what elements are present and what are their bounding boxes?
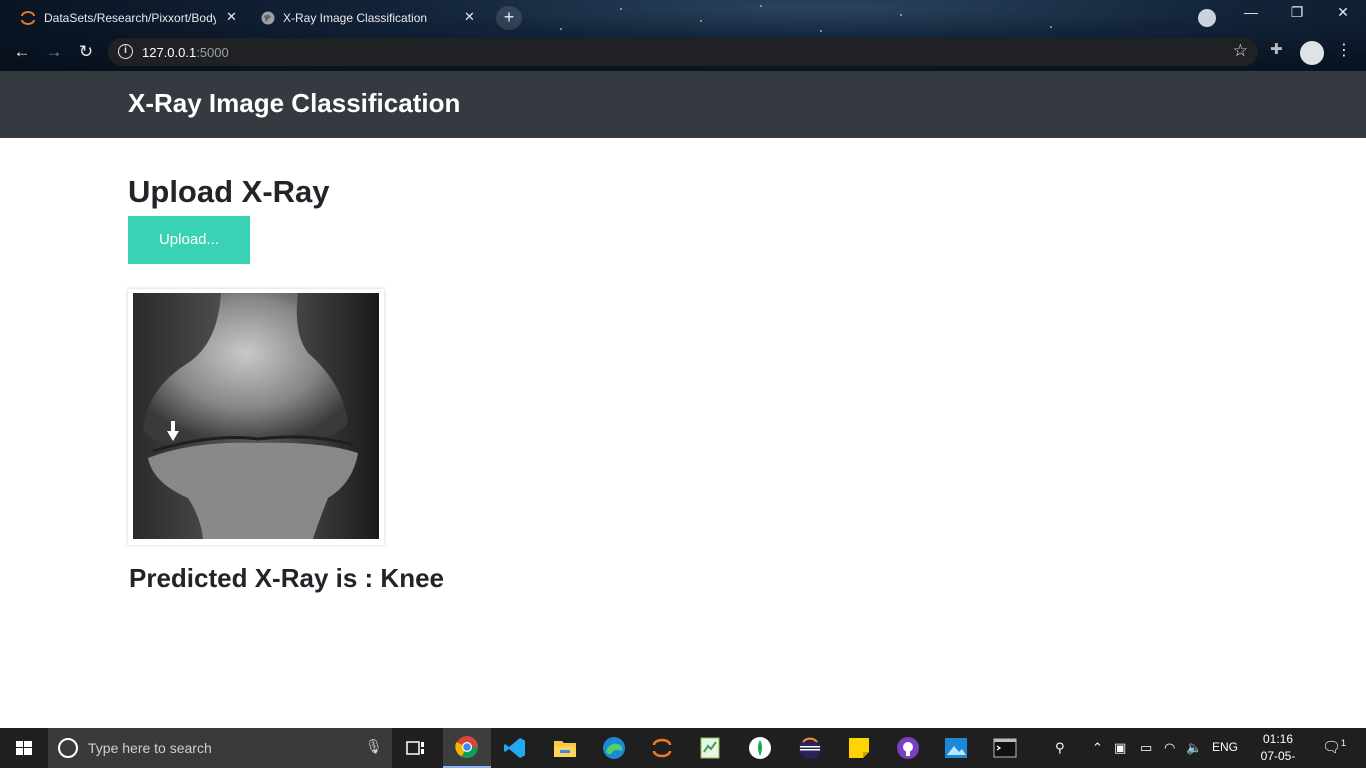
- tab-datasets[interactable]: DataSets/Research/Pixxort/Body ✕: [18, 4, 240, 32]
- notification-center-icon[interactable]: 🗨1: [1322, 738, 1346, 756]
- new-tab-button[interactable]: +: [496, 6, 522, 30]
- task-view-icon[interactable]: [392, 728, 440, 768]
- navbar-brand[interactable]: X-Ray Image Classification: [128, 88, 460, 119]
- windows-start-button[interactable]: [0, 728, 48, 768]
- security-icon[interactable]: ▣: [1114, 740, 1126, 756]
- profile-download-icon[interactable]: [1198, 9, 1216, 27]
- file-explorer-app-icon[interactable]: [541, 728, 589, 768]
- close-tab-icon[interactable]: ✕: [226, 9, 237, 25]
- prediction-result: Predicted X-Ray is : Knee: [129, 563, 444, 593]
- xray-image: [133, 293, 379, 539]
- browser-toolbar: ← → ↻ i 127.0.0.1:5000 ☆: [0, 34, 1366, 71]
- address-bar[interactable]: i 127.0.0.1:5000 ☆: [108, 38, 1258, 66]
- clock-time: 01:16: [1262, 732, 1294, 746]
- forward-arrow-icon[interactable]: →: [42, 40, 66, 64]
- clock[interactable]: 01:16 07-05-2021: [1248, 731, 1308, 782]
- clock-date: 07-05-2021: [1260, 749, 1296, 780]
- chevron-up-icon[interactable]: ⌃: [1092, 740, 1103, 756]
- url-port: :5000: [196, 45, 229, 60]
- close-tab-icon[interactable]: ✕: [464, 9, 475, 25]
- reload-icon[interactable]: ↻: [74, 40, 98, 64]
- back-arrow-icon[interactable]: ←: [10, 40, 34, 64]
- notification-glyph: 🗨: [1322, 739, 1342, 756]
- volume-icon[interactable]: 🔈: [1186, 740, 1202, 756]
- windows-taskbar: Type here to search 🎙 ⚲ ⌃ ▣ ▭ ◠ 🔈 ENG 01…: [0, 728, 1366, 780]
- upload-heading: Upload X-Ray: [128, 174, 330, 209]
- taskbar-search[interactable]: Type here to search 🎙: [48, 728, 392, 768]
- menu-dots-icon[interactable]: ⋮: [1336, 40, 1352, 60]
- search-placeholder: Type here to search: [88, 740, 212, 756]
- photos-app-icon[interactable]: [932, 728, 980, 768]
- language-indicator[interactable]: ENG: [1212, 740, 1238, 754]
- bookmark-star-icon[interactable]: ☆: [1233, 41, 1248, 61]
- edge-app-icon[interactable]: [590, 728, 638, 768]
- tab-title: X-Ray Image Classification: [283, 11, 428, 25]
- battery-icon[interactable]: ▭: [1140, 740, 1152, 756]
- people-icon[interactable]: ⚲: [1055, 740, 1065, 756]
- mongodb-app-icon[interactable]: [736, 728, 784, 768]
- maximize-icon[interactable]: ❐: [1282, 4, 1312, 21]
- chrome-app-icon[interactable]: [443, 728, 491, 768]
- navbar: X-Ray Image Classification: [0, 71, 1366, 138]
- notepad-app-icon[interactable]: [686, 728, 734, 768]
- close-window-icon[interactable]: ✕: [1328, 4, 1358, 21]
- notification-count: 1: [1341, 738, 1347, 748]
- github-desktop-app-icon[interactable]: [884, 728, 932, 768]
- microphone-icon[interactable]: 🎙: [365, 738, 383, 755]
- eclipse-app-icon[interactable]: [786, 728, 834, 768]
- url-host: 127.0.0.1: [142, 45, 197, 60]
- info-icon[interactable]: i: [118, 44, 133, 59]
- sticky-notes-app-icon[interactable]: [835, 728, 883, 768]
- windows-logo-icon: [16, 741, 32, 755]
- globe-favicon-icon: [261, 11, 275, 25]
- wifi-icon[interactable]: ◠: [1164, 740, 1175, 756]
- upload-button[interactable]: Upload...: [128, 216, 250, 264]
- minimize-icon[interactable]: —: [1236, 4, 1266, 20]
- tab-xray-classification[interactable]: X-Ray Image Classification ✕: [258, 4, 486, 32]
- terminal-app-icon[interactable]: [981, 728, 1029, 768]
- cortana-icon: [58, 738, 78, 758]
- url-text: 127.0.0.1:5000: [142, 45, 229, 60]
- xray-image-frame: [128, 289, 384, 545]
- jupyter-app-icon[interactable]: [638, 728, 686, 768]
- extensions-icon[interactable]: ✚: [1270, 40, 1283, 58]
- tab-title: DataSets/Research/Pixxort/Body: [44, 11, 216, 25]
- jupyter-favicon-icon: [21, 11, 35, 25]
- avatar[interactable]: [1300, 41, 1324, 65]
- vscode-app-icon[interactable]: [491, 728, 539, 768]
- browser-chrome: DataSets/Research/Pixxort/Body ✕ X-Ray I…: [0, 0, 1366, 71]
- tab-strip: DataSets/Research/Pixxort/Body ✕ X-Ray I…: [0, 0, 1366, 34]
